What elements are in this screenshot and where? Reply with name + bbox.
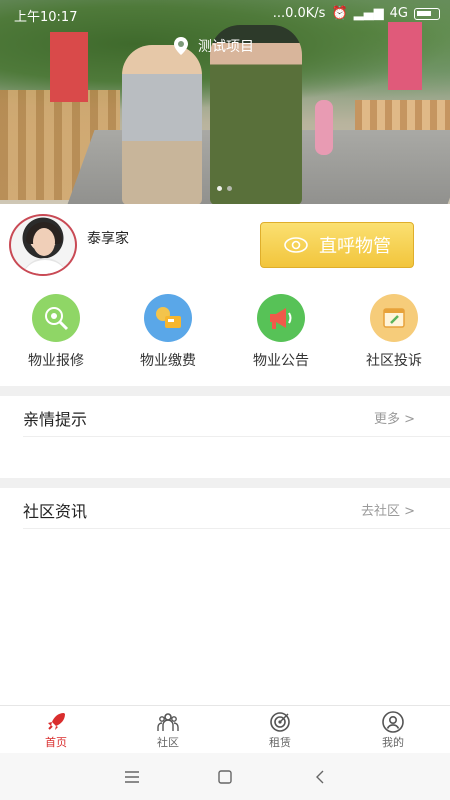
profile-row: 泰享家 直呼物管 — [0, 204, 450, 284]
location-name: 测试项目 — [198, 39, 254, 55]
user-name: 泰享家 — [87, 231, 129, 247]
community-icon — [157, 713, 179, 731]
signal-icon: ▂▄▆ — [353, 6, 384, 21]
repair-icon — [32, 294, 80, 342]
service-repair[interactable]: 物业报修 — [6, 290, 106, 370]
status-signal: 4G — [389, 6, 408, 21]
service-announcement[interactable]: 物业公告 — [231, 290, 331, 370]
status-bar: 上午10:17 ...0.0K/s ⏰ ▂▄▆ 4G — [0, 0, 450, 28]
tab-label: 我的 — [382, 736, 404, 749]
back-icon[interactable] — [310, 767, 330, 787]
section-divider — [0, 386, 450, 396]
services-grid: 物业报修 物业缴费 物业公告 社区投诉 — [0, 290, 450, 380]
rocket-icon — [48, 713, 65, 730]
complaint-icon — [370, 294, 418, 342]
carousel-dot — [227, 186, 232, 191]
service-complaint[interactable]: 社区投诉 — [344, 290, 444, 370]
status-net-speed: ...0.0K/s — [272, 6, 326, 21]
tips-section: 亲情提示 更多 > — [0, 396, 450, 478]
hero-banner[interactable]: 上午10:17 ...0.0K/s ⏰ ▂▄▆ 4G 测试项目 — [0, 0, 450, 204]
battery-icon — [414, 7, 440, 20]
tips-title: 亲情提示 — [23, 410, 88, 429]
tab-label: 首页 — [45, 736, 67, 749]
news-title: 社区资讯 — [23, 502, 88, 521]
tab-mine[interactable]: 我的 — [353, 710, 433, 750]
banner-flag-left — [50, 32, 88, 102]
service-payment[interactable]: 物业缴费 — [118, 290, 218, 370]
tips-divider — [23, 436, 450, 437]
system-nav-bar — [0, 753, 450, 800]
service-label: 社区投诉 — [366, 353, 422, 369]
user-icon — [382, 711, 404, 733]
tab-label: 租赁 — [269, 736, 291, 749]
alarm-icon: ⏰ — [331, 6, 348, 21]
section-divider — [0, 478, 450, 488]
banner-person-walker — [315, 100, 333, 155]
banner-flag-right — [388, 22, 422, 90]
menu-icon[interactable] — [122, 767, 142, 787]
call-button-label: 直呼物管 — [319, 236, 391, 257]
avatar[interactable] — [9, 214, 77, 276]
tab-label: 社区 — [157, 736, 179, 749]
carousel-indicator — [217, 186, 232, 191]
news-more-link[interactable]: 去社区 > — [361, 500, 415, 519]
service-label: 物业公告 — [253, 353, 309, 369]
announcement-icon — [257, 294, 305, 342]
eye-icon — [284, 237, 308, 253]
tab-community[interactable]: 社区 — [128, 710, 208, 750]
home-square-icon[interactable] — [215, 767, 235, 787]
status-icons: ...0.0K/s ⏰ ▂▄▆ 4G — [273, 6, 440, 21]
status-time: 上午10:17 — [14, 10, 78, 25]
bottom-tab-bar: 首页 社区 租赁 我的 — [0, 705, 450, 753]
avatar-face — [33, 228, 55, 256]
news-divider — [23, 528, 450, 529]
call-management-button[interactable]: 直呼物管 — [260, 222, 414, 268]
target-icon — [270, 712, 290, 732]
payment-icon — [144, 294, 192, 342]
service-label: 物业报修 — [28, 353, 84, 369]
tab-rental[interactable]: 租赁 — [240, 710, 320, 750]
location-pin-icon — [174, 37, 188, 55]
tab-home[interactable]: 首页 — [16, 710, 96, 750]
location-selector[interactable]: 测试项目 — [174, 36, 254, 56]
carousel-dot-active — [217, 186, 222, 191]
banner-person-elder — [122, 45, 202, 204]
avatar-body — [21, 258, 69, 274]
news-section: 社区资讯 去社区 > — [0, 488, 450, 548]
tips-more-link[interactable]: 更多 > — [374, 408, 415, 427]
service-label: 物业缴费 — [140, 353, 196, 369]
